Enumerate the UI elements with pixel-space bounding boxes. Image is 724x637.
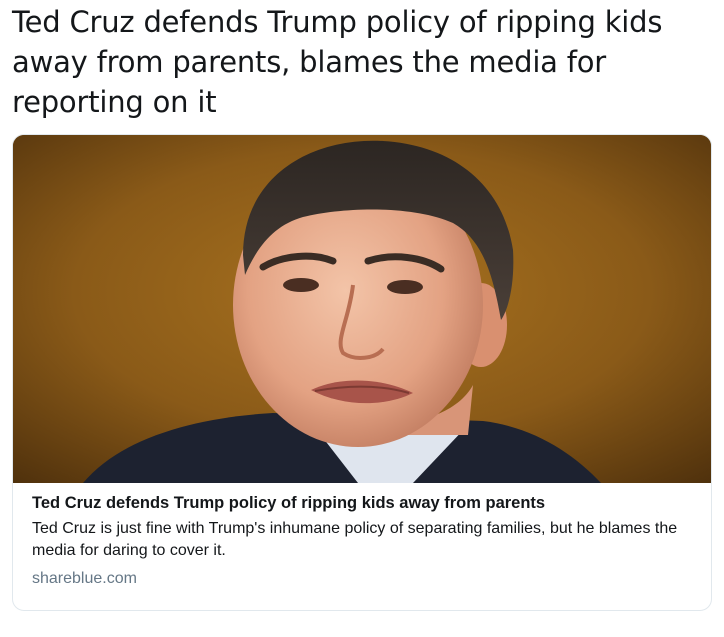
card-image[interactable] [13,135,711,483]
card-body: Ted Cruz defends Trump policy of ripping… [13,483,711,590]
card-title[interactable]: Ted Cruz defends Trump policy of ripping… [32,492,692,514]
card-description: Ted Cruz is just fine with Trump's inhum… [32,520,678,559]
portrait-photo-icon [13,135,711,483]
tweet-text: Ted Cruz defends Trump policy of ripping… [12,5,663,119]
link-preview-card[interactable]: Ted Cruz defends Trump policy of ripping… [12,134,712,611]
card-domain[interactable]: shareblue.com [32,568,692,590]
